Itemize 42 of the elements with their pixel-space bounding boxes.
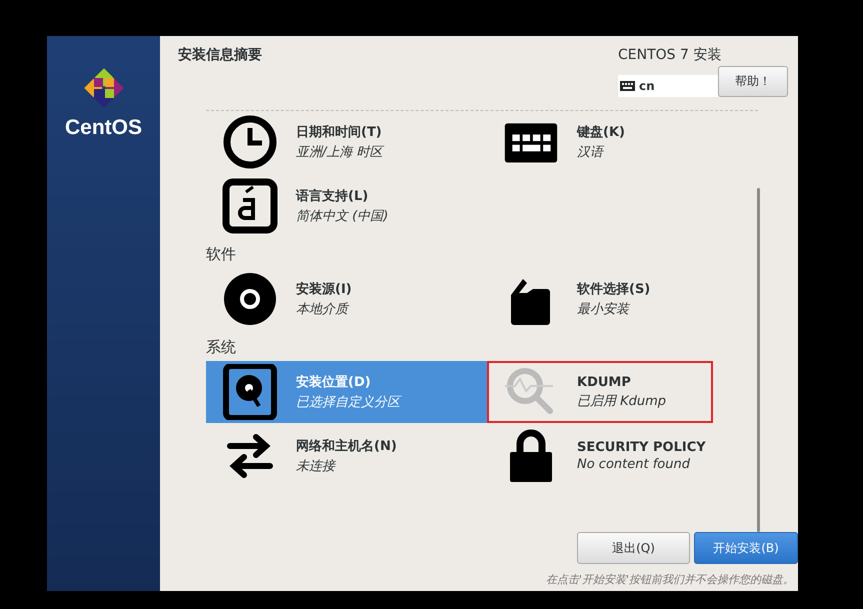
spoke[interactable]: KDUMP 已启用 Kdump: [487, 361, 713, 423]
disc-icon: [222, 271, 278, 327]
spoke[interactable]: 安装源(I) 本地介质: [206, 268, 487, 330]
spoke[interactable]: 日期和时间(T) 亚洲/上海 时区: [206, 111, 487, 173]
section-heading: 系统: [206, 338, 237, 357]
spoke-title: 键盘(K): [577, 124, 625, 141]
spoke-status: 已选择自定义分区: [296, 394, 400, 411]
spoke[interactable]: 语言支持(L) 简体中文 (中国): [206, 175, 487, 237]
clock-icon: [222, 114, 278, 170]
page-title: 安装信息摘要: [178, 46, 262, 65]
spoke[interactable]: 网络和主机名(N) 未连接: [206, 425, 487, 487]
spoke-status: 已启用 Kdump: [577, 392, 666, 410]
product-title: CENTOS 7 安装: [618, 46, 722, 64]
spoke-title: 语言支持(L): [296, 188, 370, 205]
spoke-title: 安装源(I): [296, 280, 352, 298]
spoke-title: 安装位置(D): [296, 374, 372, 391]
help-button[interactable]: 帮助！: [718, 66, 788, 97]
spoke-status: 亚洲/上海 时区: [296, 144, 383, 161]
keyboard-icon: [620, 81, 635, 91]
spoke-title: KDUMP: [577, 374, 632, 390]
spoke-status: 未连接: [296, 458, 337, 475]
scrollbar[interactable]: [757, 188, 760, 532]
spoke-title: 网络和主机名(N): [296, 438, 397, 455]
spoke[interactable]: 软件选择(S) 最小安装: [487, 268, 713, 330]
spoke-title: 日期和时间(T): [296, 124, 383, 141]
section-heading: 软件: [206, 245, 237, 264]
spoke[interactable]: SECURITY POLICY No content found: [487, 425, 713, 487]
footer-note: 在点击'开始安装'按钮前我们并不会操作您的磁盘。: [546, 572, 794, 587]
spoke-status: 最小安装: [577, 301, 631, 318]
spoke-status: 汉语: [577, 144, 605, 161]
quit-button[interactable]: 退出(Q): [577, 532, 690, 564]
spoke-title: SECURITY POLICY: [577, 440, 706, 455]
spoke-status: 简体中文 (中国): [296, 208, 388, 225]
spoke-title: 软件选择(S): [577, 281, 650, 298]
keyboard-layout-field[interactable]: cn: [618, 75, 718, 97]
language-icon: [222, 178, 278, 234]
begin-install-button[interactable]: 开始安装(B): [694, 532, 798, 564]
spoke-status: No content found: [577, 457, 691, 472]
spoke[interactable]: 键盘(K) 汉语: [487, 111, 713, 173]
spoke-status: 本地介质: [296, 301, 350, 318]
logo-text: CentOS: [64, 116, 142, 140]
logo-icon: [82, 66, 126, 110]
